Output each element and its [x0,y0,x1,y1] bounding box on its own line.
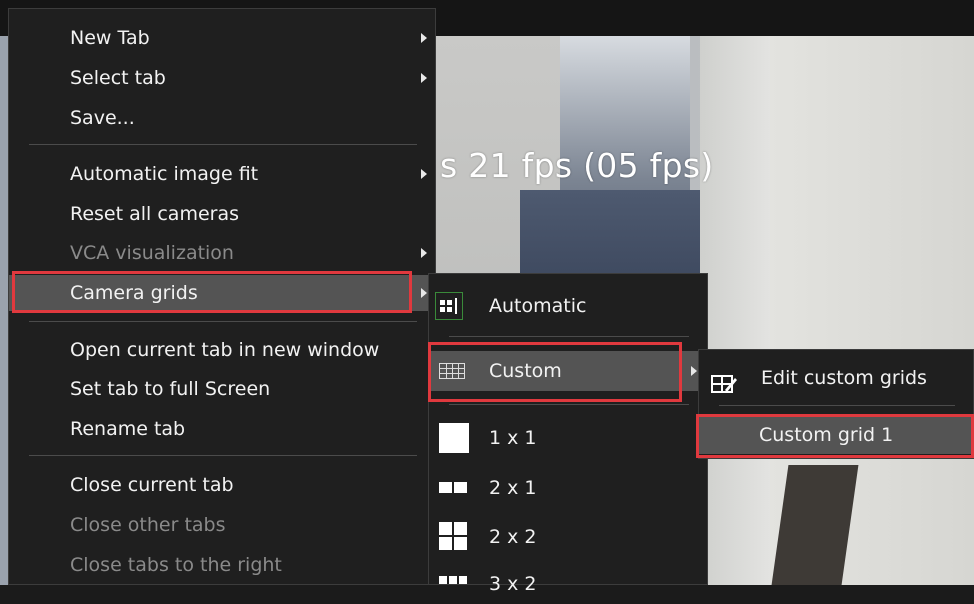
menu-item-label: Close tabs to the right [70,554,282,576]
menu-item-automatic-image-fit[interactable]: Automatic image fit [9,156,435,192]
grid-option-1x1[interactable]: 1 x 1 [429,418,707,458]
grid-2x2-icon [439,522,469,550]
menu-item-close-current-tab[interactable]: Close current tab [9,467,435,503]
submenu-arrow-icon [421,288,427,298]
annotation-box-custom [428,342,682,402]
menu-item-new-tab[interactable]: New Tab [9,20,435,56]
video-door-frame [700,36,770,585]
edit-custom-grids-label: Edit custom grids [761,367,927,389]
menu-item-label: Open current tab in new window [70,339,380,361]
menu-item-vca-visualization: VCA visualization [9,235,435,271]
grid-option-label: 3 x 2 [489,573,537,595]
automatic-grid-icon [435,292,463,320]
grid-option-2x2[interactable]: 2 x 2 [429,517,707,557]
menu-item-label: Close current tab [70,474,234,496]
annotation-box-camera-grids [12,271,412,313]
menu-item-select-tab[interactable]: Select tab [9,60,435,96]
menu-separator [719,405,955,406]
edit-grid-icon [711,368,737,393]
submenu-arrow-icon [691,366,697,376]
camera-grids-submenu: Automatic Custom 1 x 1 2 x 1 2 x 2 3 x 2 [428,273,708,595]
submenu-arrow-icon [421,33,427,43]
menu-separator [29,144,417,145]
fps-overlay-text: s 21 fps (05 fps) [440,146,714,185]
submenu-arrow-icon [421,73,427,83]
annotation-box-custom-grid-1 [696,414,974,458]
menu-item-save[interactable]: Save... [9,100,435,136]
menu-item-label: Automatic image fit [70,163,259,185]
menu-item-label: Select tab [70,67,166,89]
menu-item-label: Rename tab [70,418,186,440]
grid-3x2-icon [439,574,469,594]
menu-item-rename-tab[interactable]: Rename tab [9,411,435,447]
grid-option-2x1[interactable]: 2 x 1 [429,468,707,508]
grid-option-label: 1 x 1 [489,427,537,449]
grid-option-3x2[interactable]: 3 x 2 [429,564,707,604]
menu-item-label: Reset all cameras [70,203,239,225]
submenu-arrow-icon [421,169,427,179]
grid-option-label: 2 x 1 [489,477,537,499]
menu-separator [449,336,689,337]
grid-2x1-icon [439,478,469,498]
menu-item-label: Close other tabs [70,514,226,536]
grid-1x1-icon [439,423,469,453]
menu-item-close-tabs-right: Close tabs to the right [9,547,435,583]
submenu-arrow-icon [421,248,427,258]
grid-option-label: Automatic [489,295,587,317]
grid-option-automatic[interactable]: Automatic [429,286,707,326]
menu-item-set-full-screen[interactable]: Set tab to full Screen [9,371,435,407]
edit-custom-grids-item[interactable]: Edit custom grids [699,358,973,398]
menu-separator [29,321,417,322]
menu-item-open-in-new-window[interactable]: Open current tab in new window [9,332,435,368]
menu-item-label: VCA visualization [70,242,234,264]
menu-separator [29,455,417,456]
menu-item-reset-all-cameras[interactable]: Reset all cameras [9,196,435,232]
menu-item-label: New Tab [70,27,150,49]
menu-item-close-other-tabs: Close other tabs [9,507,435,543]
menu-item-label: Save... [70,107,135,129]
menu-separator [449,404,689,405]
grid-option-label: 2 x 2 [489,526,537,548]
menu-item-label: Set tab to full Screen [70,378,271,400]
